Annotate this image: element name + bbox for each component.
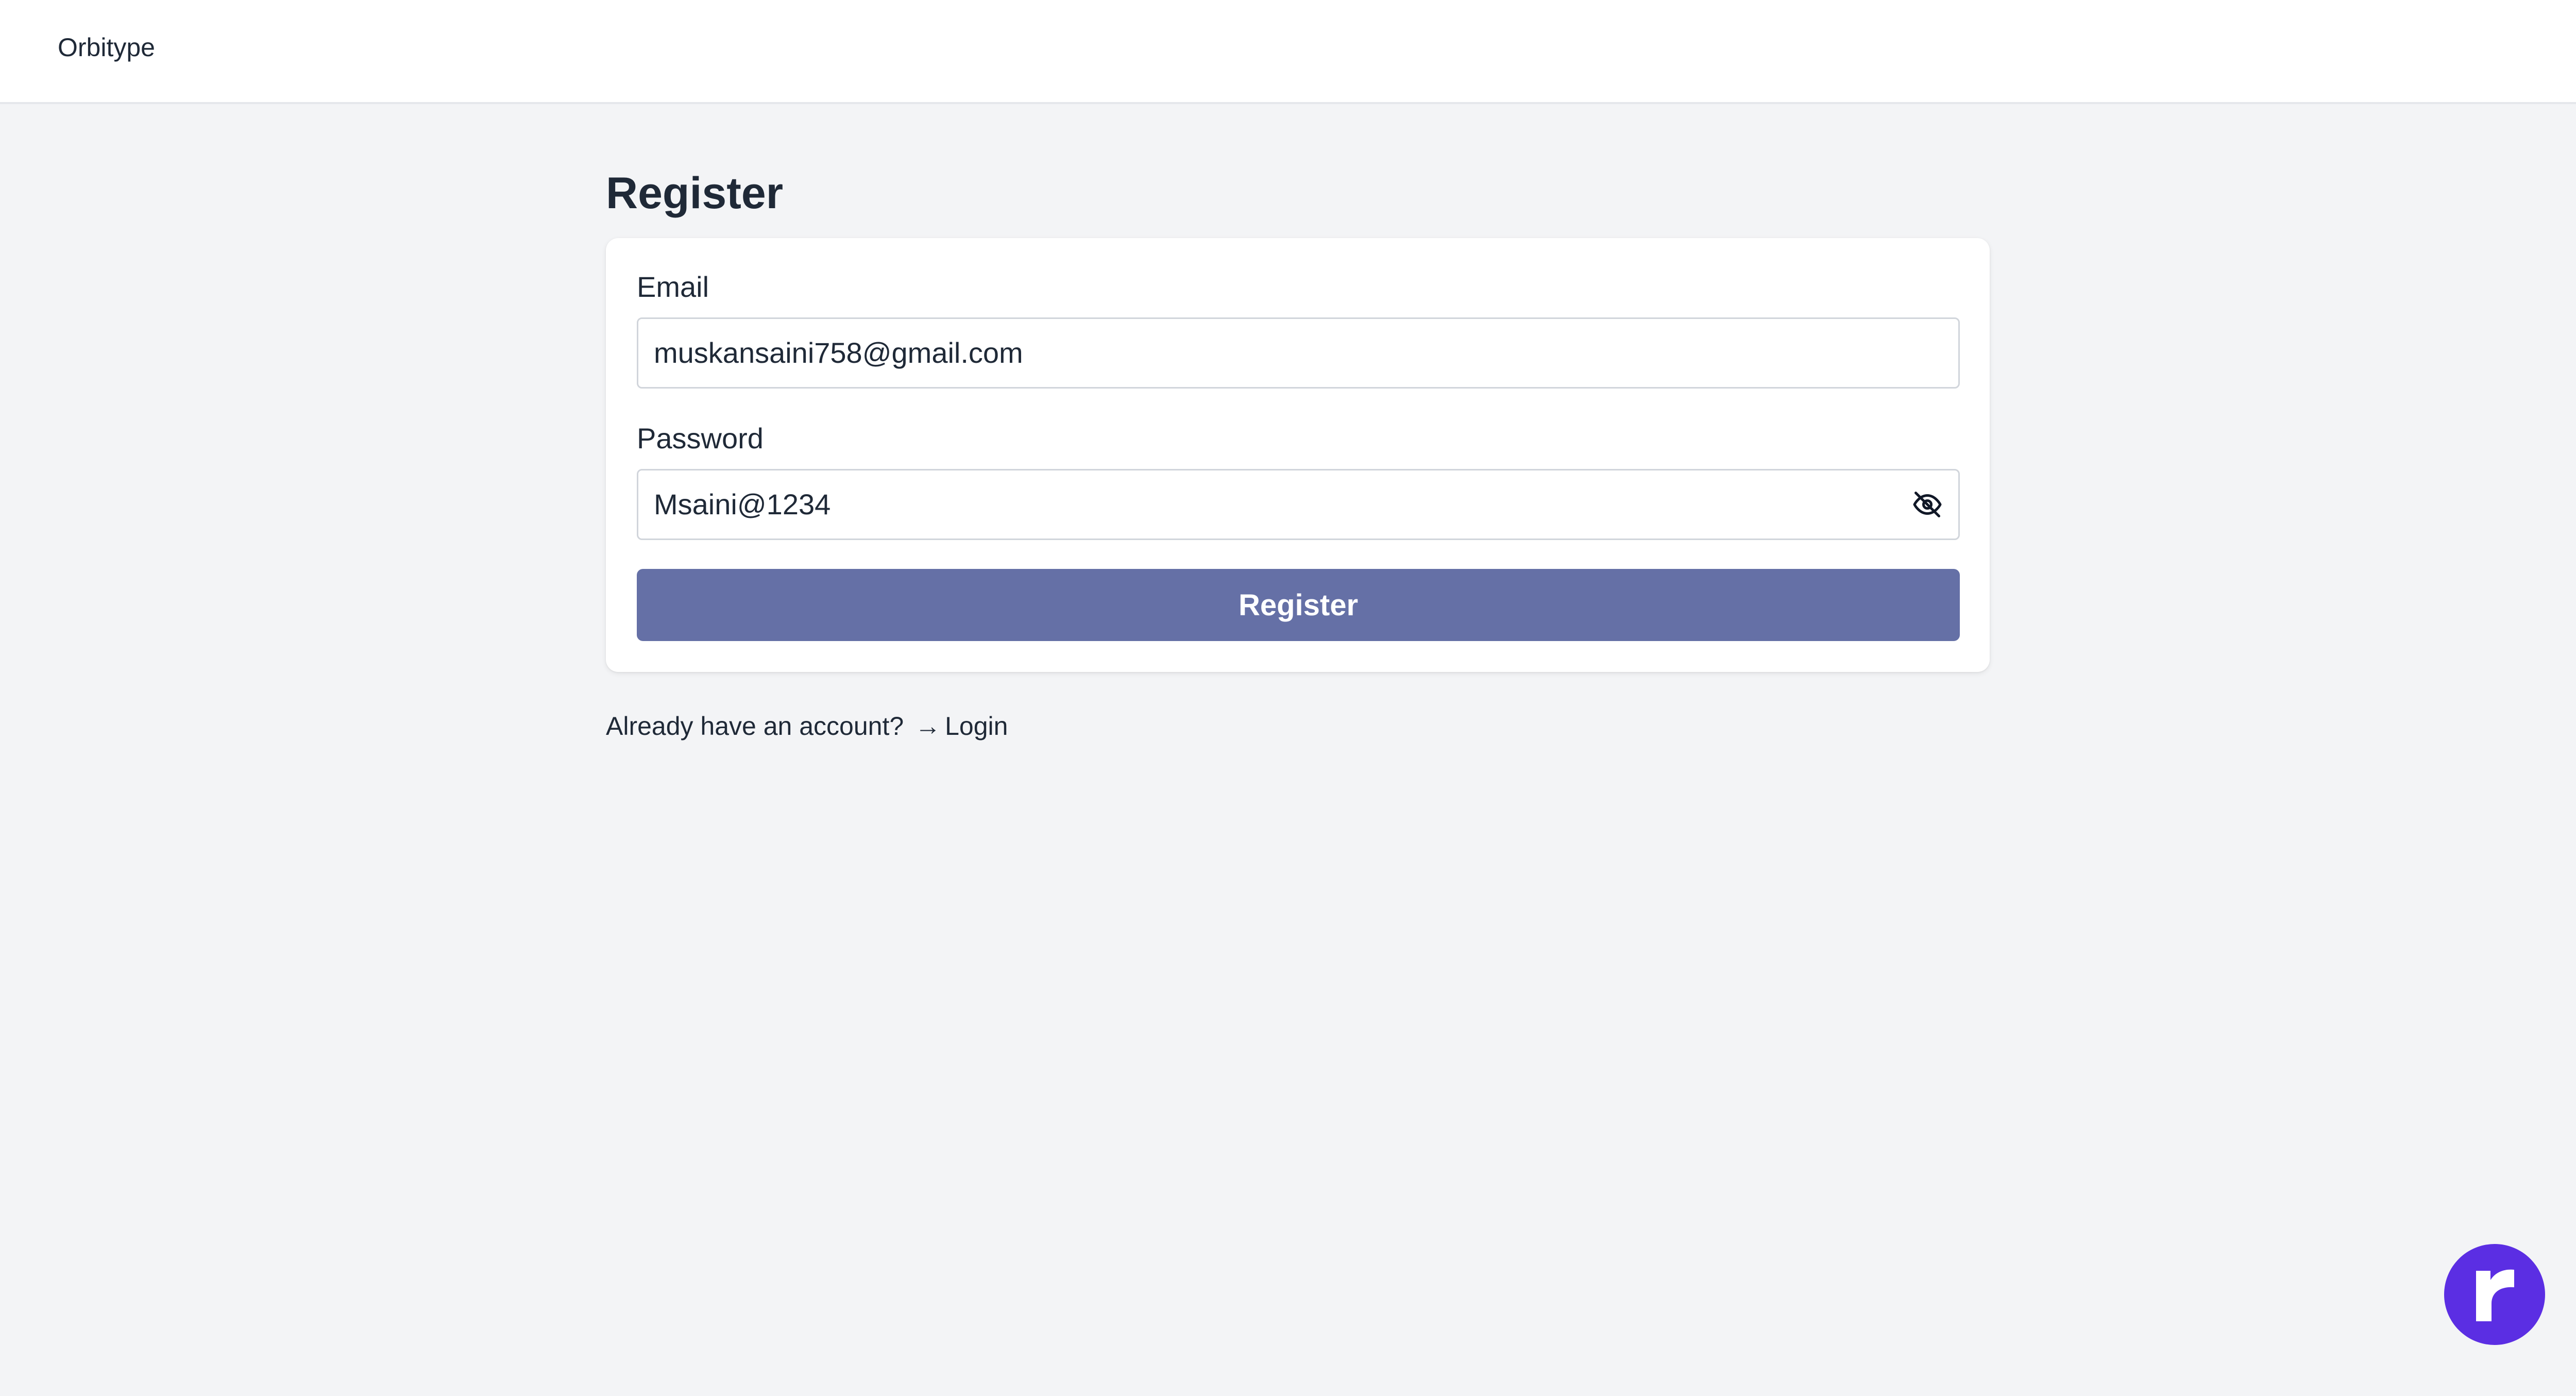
page-title: Register: [606, 169, 784, 218]
password-field-value: Msaini@1234: [654, 488, 831, 520]
top-navbar: Orbitype: [0, 0, 2576, 104]
floating-app-button[interactable]: [2444, 1244, 2545, 1345]
arrow-right-icon: →: [915, 712, 941, 741]
email-field[interactable]: muskansaini758@gmail.com: [637, 317, 1960, 389]
login-link[interactable]: → Login: [911, 712, 1008, 741]
login-link-label: Login: [945, 712, 1008, 741]
password-field[interactable]: Msaini@1234: [637, 469, 1960, 540]
email-label: Email: [637, 271, 709, 303]
register-button[interactable]: Register: [637, 569, 1960, 641]
brand-logo-text[interactable]: Orbitype: [58, 32, 155, 63]
register-card: Email muskansaini758@gmail.com Password …: [606, 238, 1990, 672]
login-prompt-text: Already have an account?: [606, 712, 904, 741]
r-logo-icon: [2444, 1244, 2545, 1345]
login-prompt: Already have an account? → Login: [606, 708, 1008, 744]
password-label: Password: [637, 422, 764, 455]
email-field-value: muskansaini758@gmail.com: [654, 337, 1023, 369]
eye-off-icon[interactable]: [1912, 489, 1943, 520]
